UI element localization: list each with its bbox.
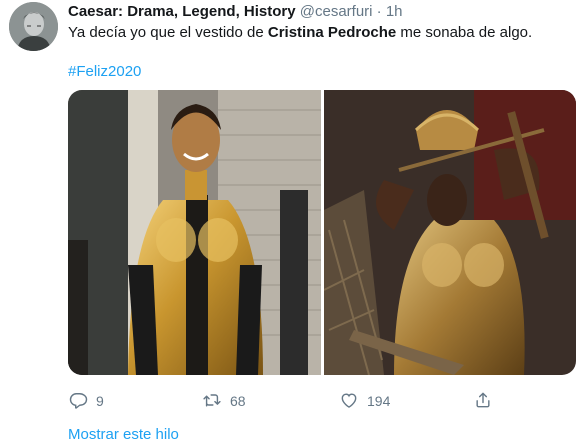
tweet-text-start: Ya decía yo que el vestido de [68,24,268,41]
reply-icon [68,390,88,413]
tweet-media [68,90,576,375]
like-count: 194 [367,393,391,409]
tweet-text-bold: Cristina Pedroche [267,24,397,41]
share-button[interactable] [473,390,493,412]
photo-woman-golden-dress[interactable] [68,90,321,375]
like-icon [339,390,359,413]
author-handle[interactable]: @cesarfuri [300,3,373,20]
retweet-button[interactable]: 68 [202,390,246,412]
retweet-icon [202,390,222,413]
tweet-actions: 9 68 194 [0,390,586,412]
show-thread-link[interactable]: Mostrar este hilo [68,426,179,443]
tweet-text: Ya decía yo que el vestido de Cristina P… [68,23,532,43]
tweet-header: Caesar: Drama, Legend, History @cesarfur… [68,3,403,21]
like-button[interactable]: 194 [339,390,390,412]
retweet-count: 68 [230,393,246,409]
author-name[interactable]: Caesar: Drama, Legend, History [68,3,296,20]
hashtag-link[interactable]: #Feliz2020 [68,62,141,82]
tweet-text-end: me sonaba de algo. [396,24,533,41]
photo-warrior-golden-armor[interactable] [324,90,576,375]
tweet-time[interactable]: 1h [386,3,403,20]
separator-dot: · [376,3,382,20]
reply-count: 9 [96,393,104,409]
reply-button[interactable]: 9 [68,390,104,412]
author-avatar[interactable] [9,2,58,51]
share-icon [473,390,493,413]
